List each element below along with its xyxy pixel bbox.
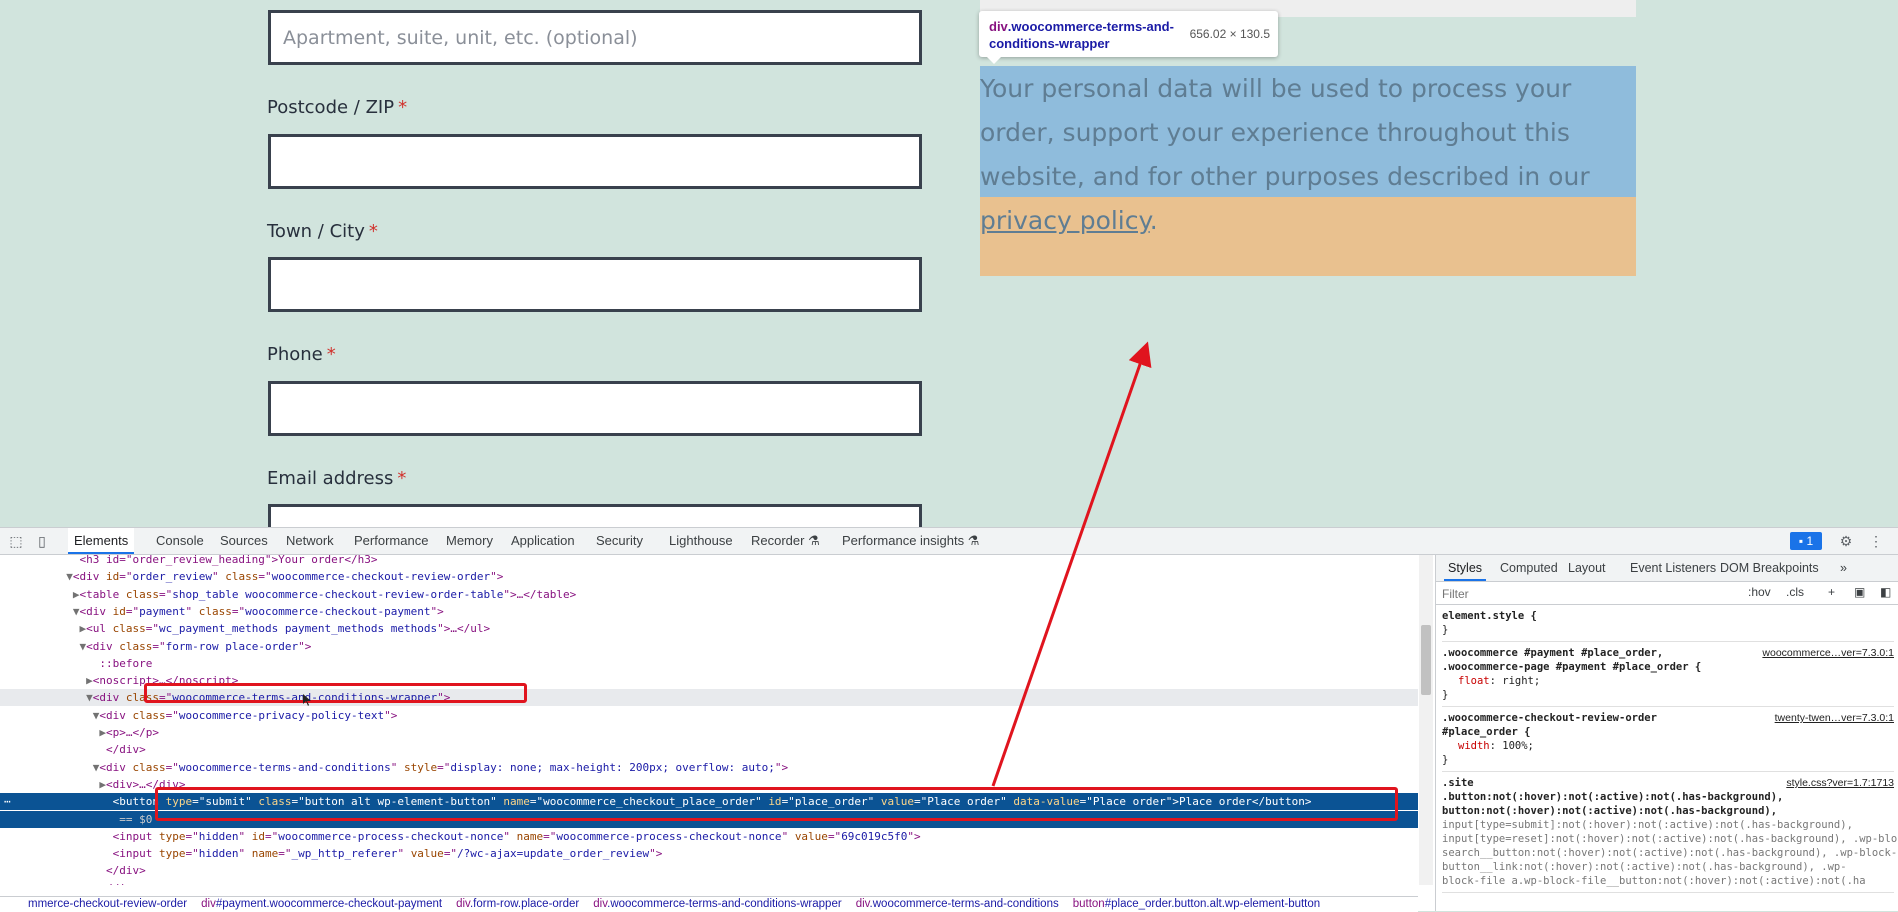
tab-application[interactable]: Application (505, 528, 581, 554)
tab-recorder[interactable]: Recorder ⚗ (745, 528, 826, 554)
privacy-policy-link[interactable]: privacy policy (980, 206, 1150, 235)
styles-tab-bar: Styles Computed Layout Event Listeners DOM B… (1436, 555, 1898, 582)
dom-tree-node[interactable]: ▶<table class="shop_table woocommerce-ch… (0, 586, 1418, 603)
dom-tree-node[interactable]: ▼<div id="order_review" class="woocommer… (0, 568, 1418, 585)
settings-gear-icon[interactable]: ⚙ (1838, 533, 1854, 549)
annotation-box-wrapper-div (144, 683, 527, 703)
postcode-input[interactable] (268, 134, 922, 189)
style-rule[interactable]: element.style {} (1442, 605, 1894, 642)
tab-network[interactable]: Network (280, 528, 340, 554)
dom-tree-node[interactable]: <input type="hidden" id="woocommerce-pro… (0, 828, 1418, 845)
phone-input[interactable] (268, 381, 922, 436)
required-mark: * (326, 344, 336, 365)
rule-source-link[interactable]: style.css?ver=1.7:1713 (1786, 776, 1894, 790)
address2-input[interactable] (268, 10, 922, 65)
dom-tree-node[interactable]: ▶<ul class="wc_payment_methods payment_m… (0, 620, 1418, 637)
styles-tab-dom-breakpoints[interactable]: DOM Breakpoints (1716, 555, 1823, 581)
inspect-element-icon[interactable]: ⬚ (8, 533, 24, 549)
styles-tab--[interactable]: » (1836, 555, 1851, 581)
tooltip-element-name: div.woocommerce-terms-and-conditions-wra… (989, 19, 1174, 51)
breadcrumb-item[interactable]: div.woocommerce-terms-and-conditions (856, 898, 1059, 910)
devtools-panel: ⬚ ▯ Elements Console Sources Network Perform… (0, 527, 1898, 912)
new-rule-button[interactable]: + (1828, 585, 1835, 599)
styles-tab-layout[interactable]: Layout (1564, 555, 1610, 581)
annotation-box-place-order-button (155, 787, 1398, 821)
dom-tree-node[interactable]: ▼<div id="payment" class="woocommerce-ch… (0, 603, 1418, 620)
breadcrumb-item[interactable]: div.form-row.place-order (456, 898, 579, 910)
required-mark: * (398, 97, 408, 118)
tab-elements[interactable]: Elements (68, 528, 135, 554)
required-mark: * (368, 221, 378, 242)
town-label: Town / City * (267, 221, 378, 242)
style-rules: element.style {} .woocommerce #payment #p… (1442, 605, 1898, 893)
mouse-cursor-icon (303, 694, 311, 706)
style-rule[interactable]: .site .button:not(:hover):not(:active):n… (1442, 772, 1898, 893)
dom-tree-node[interactable]: </div> (0, 862, 1418, 879)
phone-label: Phone * (267, 344, 336, 365)
checkout-page: Postcode / ZIP* Town / City* Phone* Emai… (0, 0, 1898, 527)
elements-dom-tree[interactable]: <h3 id="order_review_heading">Your order… (0, 555, 1418, 885)
dom-tree-node[interactable]: ::before (0, 655, 1418, 672)
rule-property[interactable]: float: right; (1442, 674, 1894, 688)
dom-tree-node[interactable]: </div> (0, 880, 1418, 885)
issues-badge[interactable]: ▪ 1 (1790, 532, 1822, 550)
style-rule[interactable]: .woocommerce-checkout-review-order #plac… (1442, 707, 1894, 772)
dom-tree-node[interactable]: <h3 id="order_review_heading">Your order… (0, 555, 1418, 568)
styles-tab-styles[interactable]: Styles (1444, 555, 1487, 581)
inspect-tooltip: div.woocommerce-terms-and-conditions-wra… (979, 11, 1278, 64)
device-toolbar-icon[interactable]: ▯ (34, 533, 50, 549)
rule-selector: element.style { (1442, 610, 1537, 622)
breadcrumb-item[interactable]: div.woocommerce-terms-and-conditions-wra… (593, 898, 841, 910)
privacy-policy-text: Your personal data will be used to proce… (980, 74, 1590, 235)
email-input[interactable] (268, 504, 922, 527)
tab-sources[interactable]: Sources (214, 528, 274, 554)
postcode-label: Postcode / ZIP * (267, 97, 408, 118)
breadcrumb-item[interactable]: div#payment.woocommerce-checkout-payment (201, 898, 442, 910)
styles-tab-event-listeners[interactable]: Event Listeners (1626, 555, 1720, 581)
rule-selector-dim: input[type=submit]:not(:hover):not(:acti… (1442, 819, 1898, 887)
required-mark: * (397, 468, 407, 489)
dom-tree-node[interactable]: <input type="hidden" name="_wp_http_refe… (0, 845, 1418, 862)
style-rule[interactable]: .woocommerce #payment #place_order, .woo… (1442, 642, 1894, 707)
tab-performance[interactable]: Performance (348, 528, 434, 554)
tab-security[interactable]: Security (590, 528, 649, 554)
tooltip-element-size: 656.02 × 130.5 (1189, 27, 1270, 41)
rule-property[interactable]: width: 100%; (1442, 739, 1894, 753)
town-input[interactable] (268, 257, 922, 312)
tab-performance-insights[interactable]: Performance insights ⚗ (836, 528, 985, 554)
devtools-tab-bar: ⬚ ▯ Elements Console Sources Network Perform… (0, 528, 1898, 555)
styles-filter-input[interactable] (1440, 585, 1744, 603)
dom-tree-node[interactable]: ▼<div class="form-row place-order"> (0, 638, 1418, 655)
more-options-icon[interactable]: ⋮ (1868, 533, 1884, 549)
dom-tree-node[interactable]: ▶<p>…</p> (0, 724, 1418, 741)
sidebar-toggle-icon[interactable]: ◧ (1880, 585, 1891, 599)
rule-source-link[interactable]: woocommerce…ver=7.3.0:1 (1762, 646, 1894, 660)
cls-toggle[interactable]: .cls (1786, 585, 1804, 599)
styles-filter-bar: :hov .cls + ▣ ◧ (1436, 582, 1898, 605)
computed-toggle-icon[interactable]: ▣ (1854, 585, 1865, 599)
breadcrumb-item[interactable]: mmerce-checkout-review-order (28, 898, 187, 910)
tab-console[interactable]: Console (150, 528, 210, 554)
dom-tree-scrollbar[interactable] (1419, 555, 1433, 885)
dom-tree-node[interactable]: </div> (0, 741, 1418, 758)
tab-lighthouse[interactable]: Lighthouse (663, 528, 739, 554)
breadcrumb-item[interactable]: button#place_order.button.alt.wp-element… (1073, 898, 1320, 910)
email-label: Email address * (267, 468, 407, 489)
tab-memory[interactable]: Memory (440, 528, 499, 554)
rule-source-link[interactable]: twenty-twen…ver=7.3.0:1 (1775, 711, 1894, 725)
hov-toggle[interactable]: :hov (1748, 585, 1771, 599)
dom-tree-node[interactable]: ▼<div class="woocommerce-privacy-policy-… (0, 707, 1418, 724)
styles-tab-computed[interactable]: Computed (1496, 555, 1562, 581)
dom-tree-node[interactable]: ▼<div class="woocommerce-terms-and-condi… (0, 759, 1418, 776)
styles-pane: Styles Computed Layout Event Listeners DOM B… (1435, 555, 1898, 911)
